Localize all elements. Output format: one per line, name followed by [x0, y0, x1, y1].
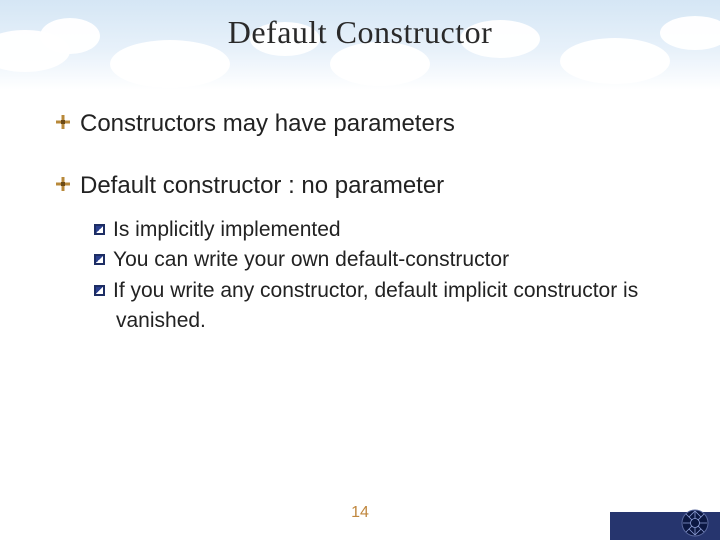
sub-bullet-icon	[94, 285, 105, 296]
sub-bullet-item: You can write your own default-construct…	[94, 245, 680, 275]
sub-bullet-item: If you write any constructor, default im…	[94, 276, 680, 337]
bullet-item: Constructors may have parameters	[56, 108, 680, 140]
bullet-text: Constructors may have parameters	[80, 110, 455, 137]
slide-content: Constructors may have parameters Default…	[56, 108, 680, 367]
bullet-text: Default constructor : no parameter	[80, 172, 444, 199]
sub-bullet-group: Is implicitly implemented You can write …	[94, 215, 680, 337]
sub-bullet-text: Is implicitly implemented	[113, 218, 341, 241]
slide-footer: 14	[0, 506, 720, 540]
sub-bullet-text: You can write your own default-construct…	[113, 248, 509, 271]
institution-emblem-icon	[680, 508, 710, 538]
slide-title: Default Constructor	[0, 14, 720, 51]
bullet-icon	[56, 177, 70, 191]
sub-bullet-icon	[94, 254, 105, 265]
bullet-item: Default constructor : no parameter	[56, 170, 680, 202]
sub-bullet-text: If you write any constructor, default im…	[113, 279, 638, 332]
sub-bullet-item: Is implicitly implemented	[94, 215, 680, 245]
slide: Default Constructor Constructors may hav…	[0, 0, 720, 540]
sub-bullet-icon	[94, 224, 105, 235]
bullet-icon	[56, 115, 70, 129]
